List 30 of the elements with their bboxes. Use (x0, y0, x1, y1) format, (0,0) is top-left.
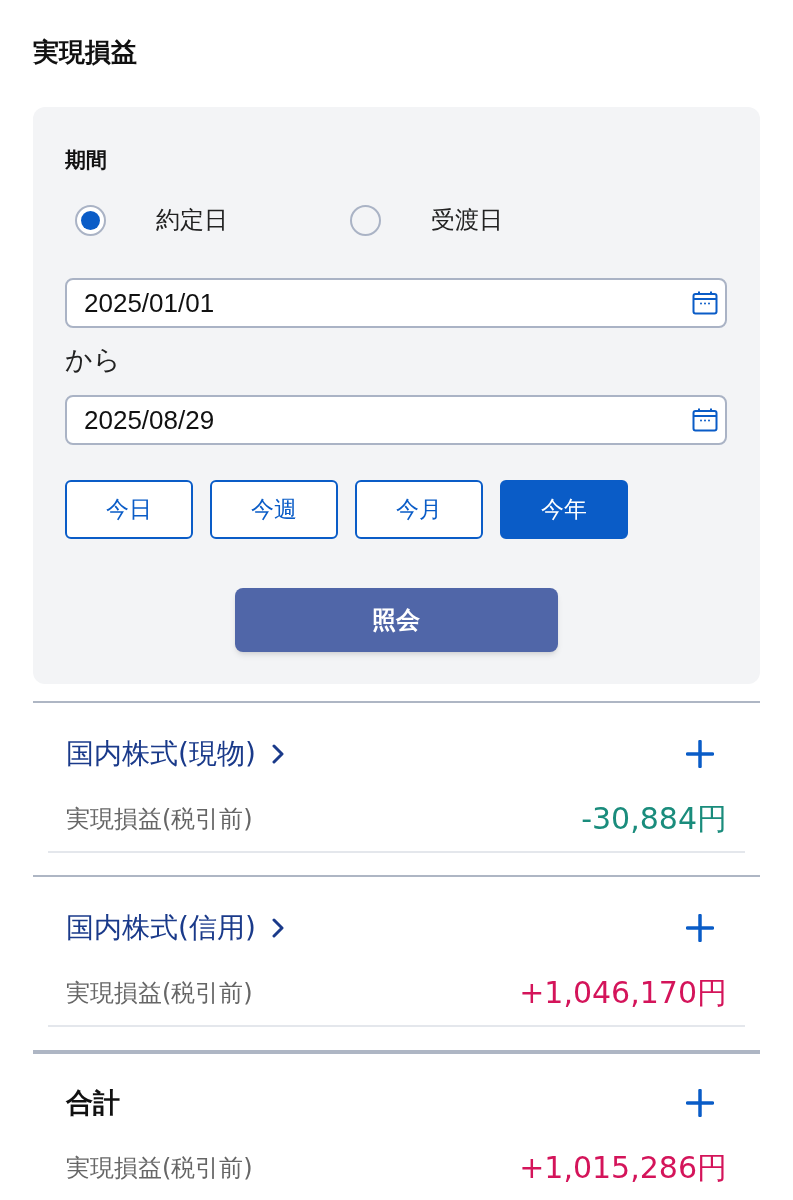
row-label: 実現損益(税引前) (66, 978, 253, 1009)
plus-icon[interactable] (686, 740, 714, 768)
page-title: 実現損益 (33, 36, 137, 69)
row-label: 実現損益(税引前) (66, 1153, 253, 1184)
radio-label[interactable]: 受渡日 (431, 202, 503, 238)
radio-label[interactable]: 約定日 (156, 202, 228, 238)
section-link[interactable]: 国内株式(現物) (66, 736, 284, 772)
section-link[interactable]: 国内株式(信用) (66, 910, 284, 946)
chevron-right-icon[interactable] (271, 744, 284, 764)
chevron-right-icon[interactable] (271, 918, 284, 938)
calendar-icon[interactable] (692, 408, 718, 432)
submit-button[interactable]: 照会 (234, 588, 558, 652)
calendar-icon[interactable] (692, 291, 718, 315)
plus-icon[interactable] (686, 914, 714, 942)
profit-value: +1,046,170円 (519, 975, 727, 1011)
profit-value: +1,015,286円 (519, 1150, 727, 1186)
period-preset-tab[interactable]: 今月 (355, 480, 483, 539)
section-title: 合計 (66, 1086, 120, 1120)
date-field[interactable]: 2025/08/29 (65, 395, 727, 445)
row-label: 実現損益(税引前) (66, 804, 253, 835)
profit-value: -30,884円 (581, 801, 727, 837)
period-label: 期間 (65, 147, 107, 174)
radio-button-selected[interactable] (75, 204, 106, 236)
radio-button[interactable] (350, 204, 381, 236)
period-preset-tab[interactable]: 今週 (210, 480, 338, 539)
plus-icon[interactable] (686, 1089, 714, 1117)
period-preset-tab[interactable]: 今年 (500, 480, 628, 539)
range-separator: から (65, 343, 121, 377)
period-preset-tab[interactable]: 今日 (65, 480, 193, 539)
date-field[interactable]: 2025/01/01 (65, 278, 727, 328)
